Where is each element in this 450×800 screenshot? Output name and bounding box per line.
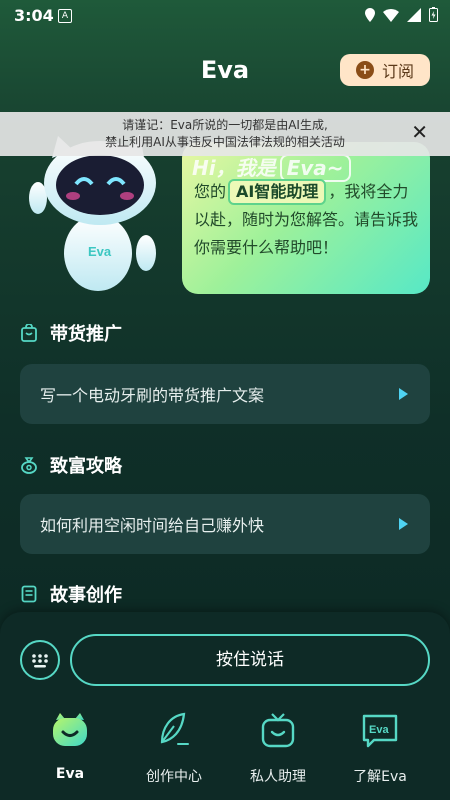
money-bag-icon [21, 457, 37, 474]
prompt-card-wealth[interactable]: 如何利用空闲时间给自己赚外快 [20, 494, 430, 554]
keyboard-toggle-button[interactable] [20, 640, 60, 680]
hold-to-talk-button[interactable]: 按住说话 [70, 634, 430, 686]
disclaimer-banner: 请谨记：Eva所说的一切都是由AI生成, 禁止利用AI从事违反中国法律法规的相关… [0, 112, 450, 156]
nav-item-about-eva[interactable]: Eva 了解Eva [324, 700, 436, 786]
greeting-text-before: 您的 [194, 182, 227, 201]
nav-item-personal-assistant[interactable]: 私人助理 [222, 700, 334, 786]
section-title-story: 故事创作 [20, 581, 122, 607]
ai-assistant-tag: AI智能助理 [228, 179, 327, 205]
nav-label: 私人助理 [250, 769, 306, 785]
play-arrow-icon [399, 518, 408, 530]
wifi-icon [383, 8, 399, 22]
signal-icon [407, 7, 421, 22]
nav-label: Eva [55, 766, 85, 782]
section-title-label: 致富攻略 [50, 456, 122, 477]
bottom-navigation: Eva 创作中心 私人助理 Eva 了解Eva [0, 700, 450, 800]
prompt-card-label: 如何利用空闲时间给自己赚外快 [40, 516, 265, 535]
nav-label: 创作中心 [146, 769, 202, 785]
play-arrow-icon [399, 388, 408, 400]
section-title-label: 带货推广 [50, 324, 122, 345]
greeting-text: 您的 AI智能助理 ，我将全力以赴，随时为您解答。请告诉我你需要什么帮助吧！ [194, 178, 422, 262]
quill-pen-icon [160, 712, 189, 745]
robot-badge: Eva [88, 244, 112, 259]
prompt-card-label: 写一个电动牙刷的带货推广文案 [40, 386, 265, 405]
eva-chat-badge: Eva [369, 724, 389, 736]
nav-item-eva[interactable]: Eva [14, 700, 126, 782]
subscribe-label: 订阅 [381, 62, 414, 81]
assistant-tv-icon [261, 713, 295, 748]
status-bar: 3:04 A [0, 0, 450, 32]
greeting-hi: Hi，我是 [192, 156, 276, 180]
nav-item-creation-center[interactable]: 创作中心 [118, 700, 230, 786]
subscribe-button[interactable]: + 订阅 [340, 54, 430, 86]
disclaimer-line-2: 禁止利用AI从事违反中国法律法规的相关活动 [105, 135, 345, 149]
disclaimer-line-1: 请谨记：Eva所说的一切都是由AI生成, [122, 118, 328, 132]
sim-icon: A [58, 9, 72, 23]
keyboard-icon [32, 654, 48, 668]
nav-label: 了解Eva [353, 769, 407, 785]
location-icon [365, 7, 375, 22]
eva-face-icon [53, 713, 87, 746]
shopping-bag-icon [21, 324, 37, 342]
document-icon [21, 585, 37, 603]
section-title-wealth: 致富攻略 [20, 452, 122, 478]
prompt-card-promotion[interactable]: 写一个电动牙刷的带货推广文案 [20, 364, 430, 424]
section-title-promotion: 带货推广 [20, 320, 122, 346]
status-time: 3:04 [14, 6, 54, 25]
plus-icon: + [355, 61, 374, 79]
greeting-bubble: Hi，我是 Eva~ 您的 AI智能助理 ，我将全力以赴，随时为您解答。请告诉我你需要… [182, 142, 430, 294]
battery-icon [429, 7, 438, 22]
close-icon[interactable]: ✕ [411, 122, 428, 142]
eva-chat-icon: Eva [362, 714, 398, 748]
section-title-label: 故事创作 [50, 585, 122, 606]
